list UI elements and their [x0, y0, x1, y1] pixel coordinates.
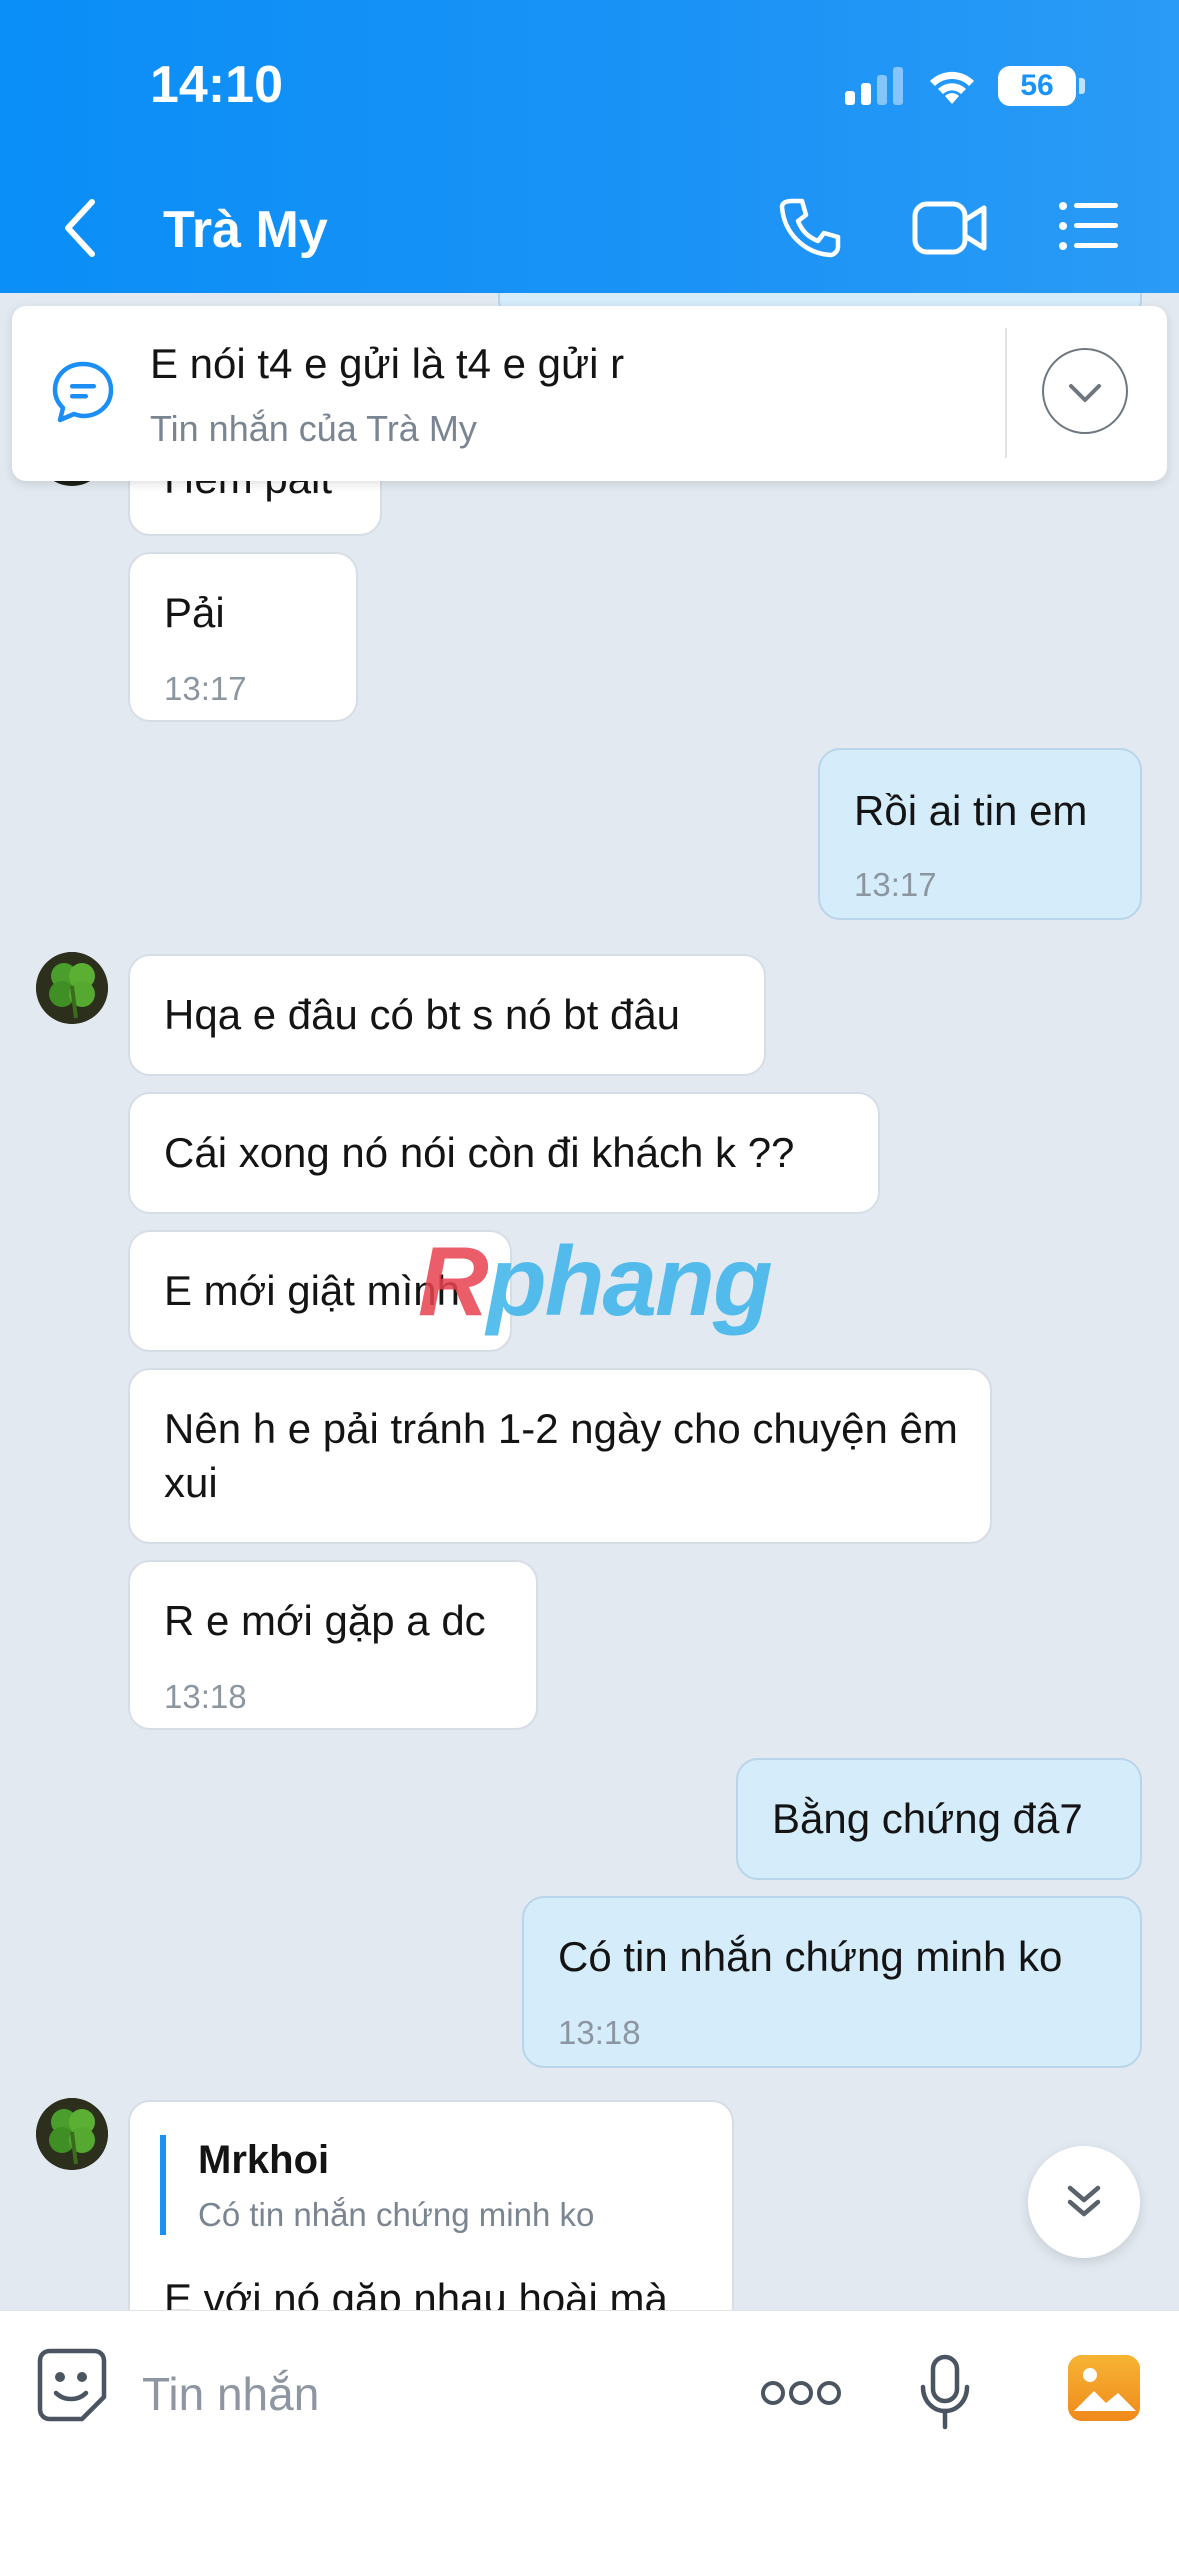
phone-icon[interactable] — [778, 195, 842, 259]
message-text: E mới giật mình — [164, 1267, 460, 1314]
message-text: Pải — [164, 589, 225, 636]
pinned-message-text: E nói t4 e gửi là t4 e gửi r — [150, 340, 625, 387]
message-time: 13:17 — [164, 670, 247, 707]
message-input[interactable] — [140, 2351, 704, 2437]
clover-avatar-icon — [36, 2098, 108, 2170]
avatar[interactable] — [36, 952, 108, 1024]
watermark-logo: Rphang — [418, 1225, 773, 1338]
cellular-signal-icon — [845, 67, 903, 105]
message-bubble-incoming[interactable]: Hqa e đâu có bt s nó bt đâu — [128, 954, 766, 1076]
message-text: Bằng chứng đâ7 — [772, 1795, 1083, 1842]
reply-quoted-text: Có tin nhắn chứng minh ko — [198, 2196, 595, 2233]
watermark-r: R — [418, 1226, 489, 1336]
chat-bubble-icon — [52, 361, 114, 423]
menu-list-icon[interactable] — [1058, 200, 1120, 252]
message-text: Rồi ai tin em — [854, 787, 1088, 834]
message-bubble-incoming[interactable]: Nên h e pải tránh 1-2 ngày cho chuyện êm… — [128, 1368, 992, 1544]
message-text: Nên h e pải tránh 1-2 ngày cho chuyện êm… — [164, 1405, 958, 1506]
more-dots-icon[interactable] — [760, 2379, 842, 2407]
message-text: Hqa e đâu có bt s nó bt đâu — [164, 991, 681, 1038]
message-time: 13:17 — [854, 866, 937, 903]
pinned-message-banner[interactable]: E nói t4 e gửi là t4 e gửi r Tin nhắn củ… — [12, 306, 1167, 481]
status-time: 14:10 — [150, 56, 283, 114]
message-text: Có tin nhắn chứng minh ko — [558, 1933, 1063, 1980]
reply-quote-bar — [160, 2135, 166, 2235]
expand-pinned-button[interactable] — [1042, 348, 1128, 434]
message-time: 13:18 — [164, 1678, 247, 1715]
wifi-icon — [930, 71, 974, 104]
battery-tip — [1079, 78, 1085, 94]
message-bubble-incoming[interactable]: Pải 13:17 — [128, 552, 358, 722]
double-chevron-down-icon — [1067, 2185, 1101, 2217]
sticker-face-icon[interactable] — [36, 2347, 108, 2423]
message-bubble-incoming[interactable]: Cái xong nó nói còn đi khách k ?? — [128, 1092, 880, 1214]
message-text: R e mới gặp a dc — [164, 1597, 486, 1644]
contact-name[interactable]: Trà My — [163, 200, 328, 260]
scroll-to-bottom-button[interactable] — [1028, 2146, 1140, 2258]
message-text: Cái xong nó nói còn đi khách k ?? — [164, 1129, 795, 1176]
clover-avatar-icon — [36, 952, 108, 1024]
chevron-down-icon — [1069, 384, 1101, 402]
battery-indicator: 56 — [998, 66, 1076, 106]
message-bubble-outgoing[interactable]: Có tin nhắn chứng minh ko 13:18 — [522, 1896, 1142, 2068]
pinned-message-sender: Tin nhắn của Trà My — [150, 408, 477, 449]
video-camera-icon[interactable] — [912, 200, 988, 256]
back-arrow-icon[interactable] — [60, 196, 100, 260]
chat-header: 14:10 56 Trà My — [0, 0, 1179, 293]
reply-sender-name: Mrkhoi — [198, 2138, 330, 2182]
message-bubble-incoming[interactable]: R e mới gặp a dc 13:18 — [128, 1560, 538, 1730]
avatar[interactable] — [36, 2098, 108, 2170]
message-bubble-outgoing[interactable]: Bằng chứng đâ7 — [736, 1758, 1142, 1880]
message-input-bar — [0, 2310, 1179, 2557]
microphone-icon[interactable] — [918, 2353, 972, 2431]
message-bubble-outgoing[interactable]: Rồi ai tin em 13:17 — [818, 748, 1142, 920]
message-time: 13:18 — [558, 2014, 641, 2051]
divider — [1005, 328, 1007, 458]
watermark-text: phang — [486, 1226, 773, 1336]
gallery-image-icon[interactable] — [1066, 2353, 1142, 2423]
